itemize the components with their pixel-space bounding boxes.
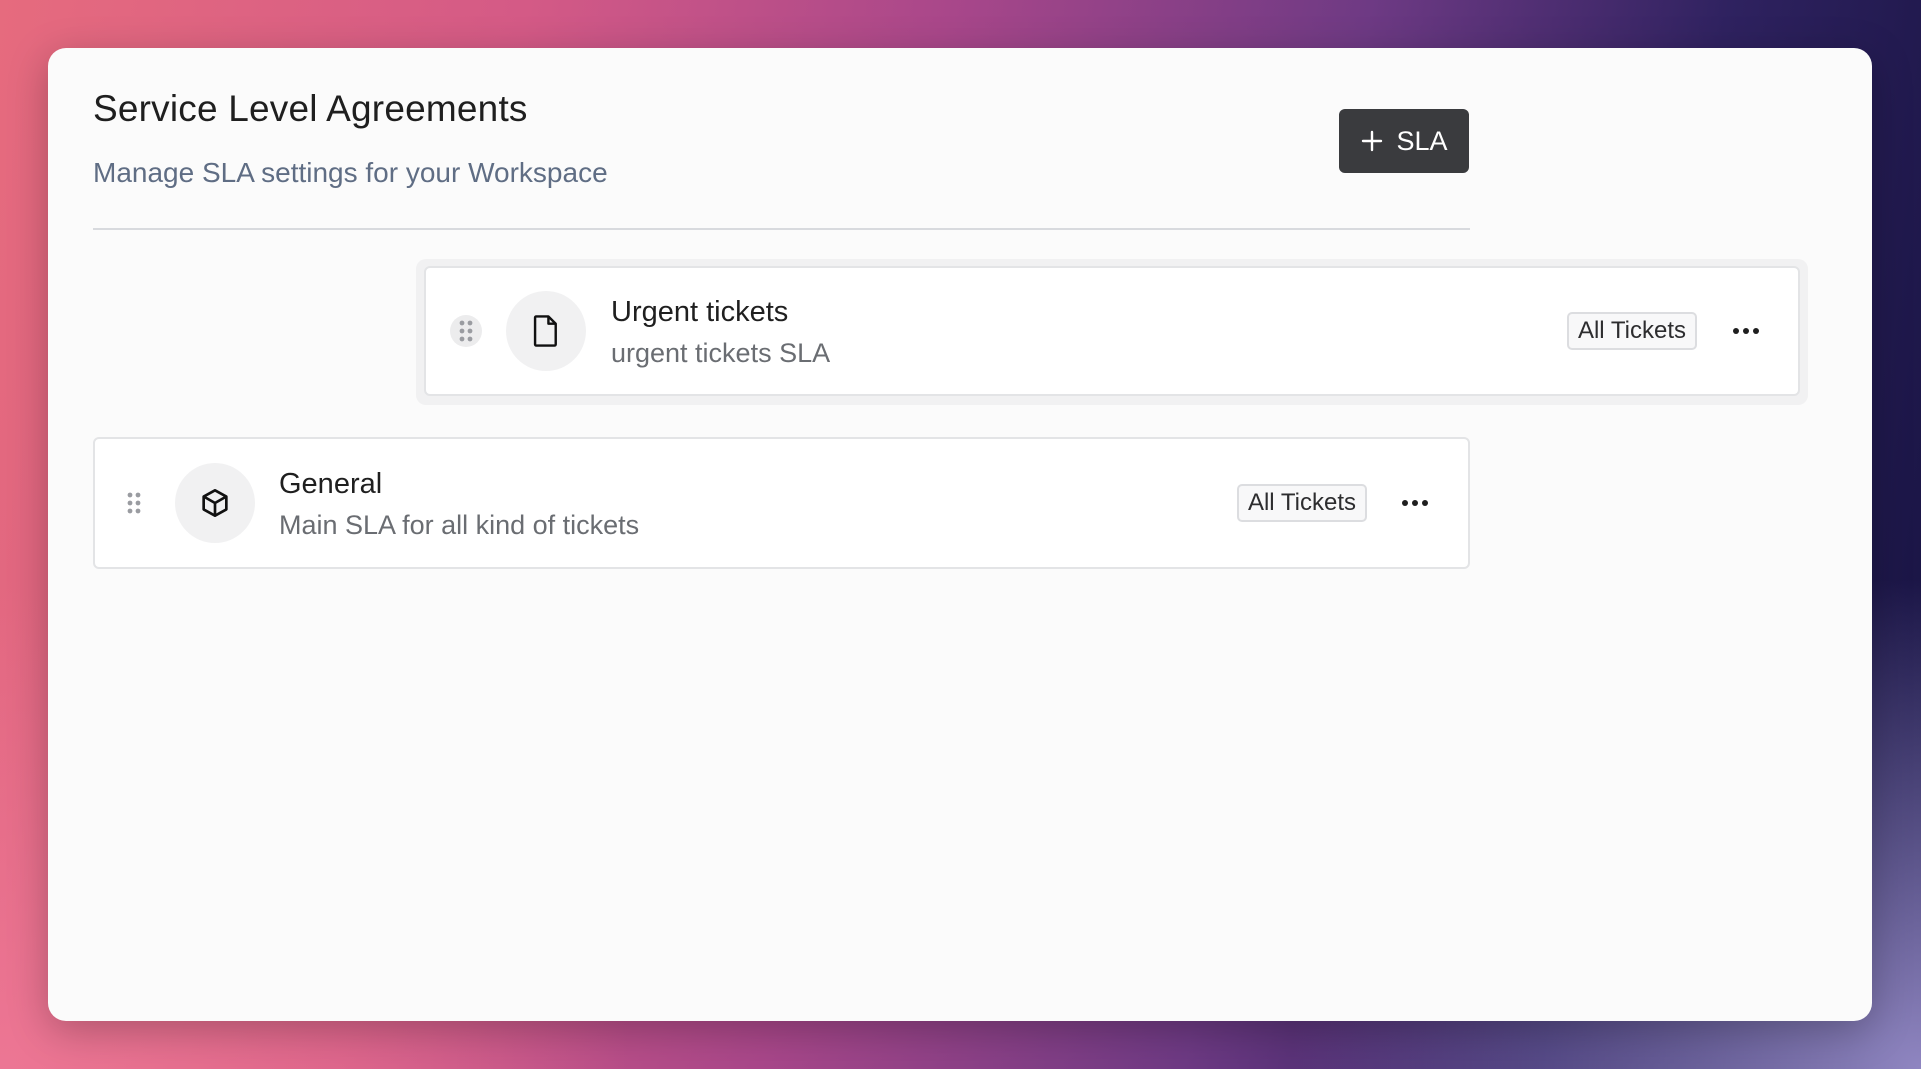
plus-icon [1360,129,1384,153]
cube-icon [175,463,255,543]
add-sla-button-label: SLA [1396,125,1448,156]
drag-handle-icon[interactable] [118,487,150,519]
header-divider [93,228,1470,230]
sla-card-urgent-tickets[interactable]: Urgent tickets urgent tickets SLA All Ti… [424,266,1800,396]
more-options-icon[interactable] [1726,311,1766,351]
sla-title: Urgent tickets [611,296,789,328]
page-title: Service Level Agreements [93,88,528,129]
scope-badge: All Tickets [1566,312,1697,350]
sla-description: urgent tickets SLA [611,338,831,368]
sla-description: Main SLA for all kind of tickets [279,510,640,540]
file-icon [506,291,586,371]
more-options-icon[interactable] [1395,483,1435,523]
drag-handle-icon[interactable] [450,315,482,347]
page-subtitle: Manage SLA settings for your Workspace [93,157,608,188]
sla-title: General [279,468,383,500]
scope-badge: All Tickets [1236,484,1367,522]
add-sla-button[interactable]: SLA [1339,109,1469,173]
sla-settings-window: Service Level Agreements Manage SLA sett… [48,48,1872,1021]
sla-card-general[interactable]: General Main SLA for all kind of tickets… [93,437,1470,569]
